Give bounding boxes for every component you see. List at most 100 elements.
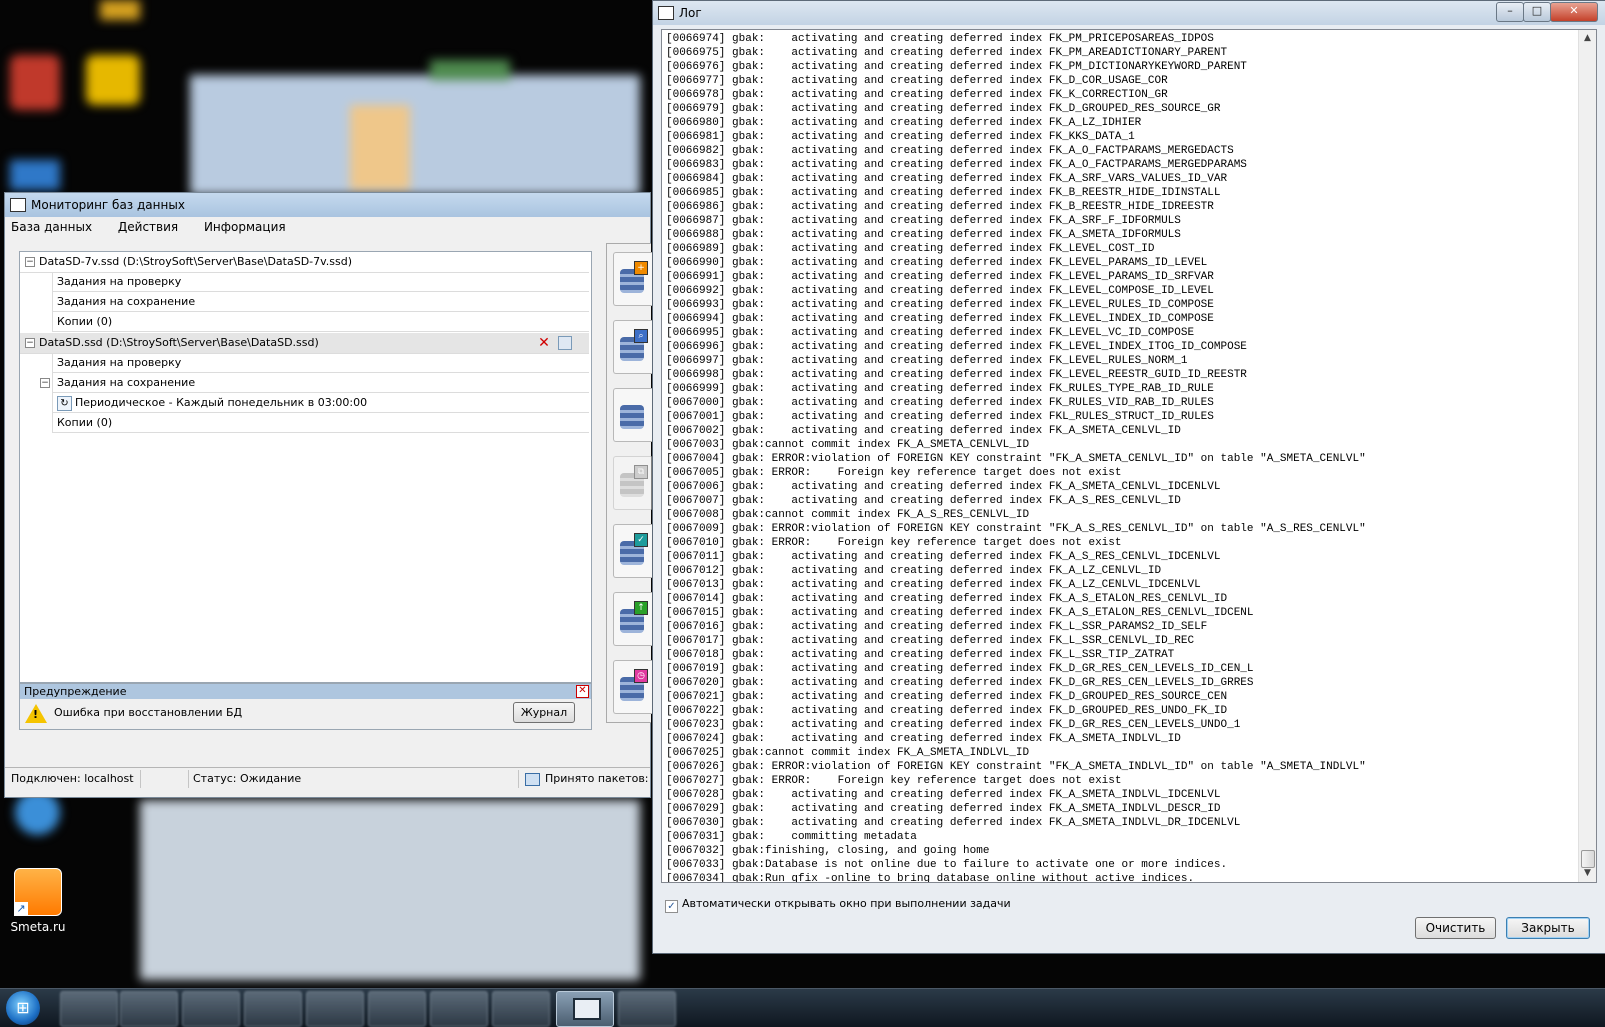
auto-open-checkbox[interactable]: ✓ Автоматически открывать окно при выполн…	[665, 897, 1011, 913]
tree-item-check-tasks[interactable]: Задания на проверку	[52, 272, 589, 292]
log-line: [0066999] gbak: activating and creating …	[666, 383, 1214, 395]
tree-item-periodic-task[interactable]: ↻ Периодическое - Каждый понедельник в 0…	[52, 393, 589, 413]
tree-item-label: Задания на проверку	[57, 356, 182, 369]
log-line: [0067018] gbak: activating and creating …	[666, 649, 1175, 661]
taskbar-button-8[interactable]	[492, 991, 550, 1027]
tree-item-label: Задания на сохранение	[57, 376, 196, 389]
monitor-window-title: Мониторинг баз данных	[31, 198, 185, 212]
monitor-window: Мониторинг баз данных База данных Действ…	[4, 192, 652, 798]
tool-restore-db[interactable]: ↑	[613, 592, 652, 646]
log-line: [0066982] gbak: activating and creating …	[666, 145, 1234, 157]
log-line: [0067002] gbak: activating and creating …	[666, 425, 1181, 437]
log-line: [0067025] gbak:cannot commit index FK_A_…	[666, 747, 1030, 759]
start-button[interactable]: ⊞	[6, 991, 40, 1025]
tree-item-copies[interactable]: Копии (0)	[52, 312, 589, 332]
taskbar-button-2[interactable]	[120, 991, 178, 1027]
maximize-icon[interactable]: □	[1523, 2, 1551, 22]
smeta-app-icon: ↗	[14, 868, 62, 916]
log-line: [0066974] gbak: activating and creating …	[666, 33, 1214, 45]
collapse-icon[interactable]: −	[40, 378, 50, 388]
log-line: [0066998] gbak: activating and creating …	[666, 369, 1247, 381]
log-line: [0067026] gbak: ERROR:violation of FOREI…	[666, 761, 1366, 773]
journal-button[interactable]: Журнал	[513, 702, 575, 723]
log-line: [0067017] gbak: activating and creating …	[666, 635, 1195, 647]
tool-check-db[interactable]: ⌕	[613, 320, 652, 374]
log-line: [0067011] gbak: activating and creating …	[666, 551, 1221, 563]
tool-repair-db[interactable]: ✓	[613, 524, 652, 578]
scroll-up-icon[interactable]: ▲	[1579, 30, 1596, 47]
log-scrollbar[interactable]: ▲ ▼	[1578, 30, 1596, 882]
tree-item-save-tasks[interactable]: − Задания на сохранение	[40, 373, 589, 393]
desktop-icon-smeta[interactable]: ↗ Smeta.ru	[3, 868, 73, 934]
checkbox-icon[interactable]: ✓	[665, 900, 678, 913]
database-label: DataSD.ssd (D:\StroySoft\Server\Base\Dat…	[39, 336, 319, 349]
log-line: [0067005] gbak: ERROR: Foreign key refer…	[666, 467, 1122, 479]
delete-icon[interactable]: ✕	[536, 335, 552, 351]
menu-info[interactable]: Информация	[204, 220, 286, 234]
log-line: [0066989] gbak: activating and creating …	[666, 243, 1155, 255]
log-line: [0067032] gbak:finishing, closing, and g…	[666, 845, 990, 857]
tree-database-1[interactable]: − DataSD-7v.ssd (D:\StroySoft\Server\Bas…	[20, 252, 589, 273]
log-window-title: Лог	[679, 6, 702, 20]
tree-item-label: Периодическое - Каждый понедельник в 03:…	[75, 396, 368, 409]
log-line: [0067029] gbak: activating and creating …	[666, 803, 1221, 815]
auto-open-label: Автоматически открывать окно при выполне…	[682, 897, 1011, 910]
status-connected: Подключен: localhost	[7, 770, 141, 788]
tool-database[interactable]	[613, 388, 652, 442]
minimize-icon[interactable]: –	[1496, 2, 1524, 22]
network-icon	[525, 773, 540, 786]
log-line: [0067010] gbak: ERROR: Foreign key refer…	[666, 537, 1122, 549]
log-line: [0066975] gbak: activating and creating …	[666, 47, 1228, 59]
scroll-down-icon[interactable]: ▼	[1579, 865, 1596, 882]
warning-header-label: Предупреждение	[24, 685, 127, 698]
log-line: [0066992] gbak: activating and creating …	[666, 285, 1214, 297]
taskbar-button-monitor[interactable]	[556, 991, 614, 1027]
taskbar: ⊞	[0, 988, 1605, 1027]
log-line: [0067016] gbak: activating and creating …	[666, 621, 1208, 633]
add-icon: +	[634, 261, 648, 275]
log-line: [0067007] gbak: activating and creating …	[666, 495, 1181, 507]
tree-item-copies[interactable]: Копии (0)	[52, 413, 589, 433]
log-line: [0067001] gbak: activating and creating …	[666, 411, 1214, 423]
log-line: [0066979] gbak: activating and creating …	[666, 103, 1221, 115]
desktop-icon-label: Smeta.ru	[10, 920, 66, 934]
log-titlebar[interactable]: Лог – □ ✕	[653, 1, 1605, 25]
log-line: [0066978] gbak: activating and creating …	[666, 89, 1168, 101]
log-line: [0067012] gbak: activating and creating …	[666, 565, 1162, 577]
edit-icon[interactable]	[558, 336, 572, 350]
collapse-icon[interactable]: −	[25, 338, 35, 348]
close-icon[interactable]: ✕	[576, 685, 589, 698]
taskbar-button-7[interactable]	[430, 991, 488, 1027]
taskbar-button-3[interactable]	[182, 991, 240, 1027]
tool-add-db[interactable]: +	[613, 252, 652, 306]
log-line: [0066993] gbak: activating and creating …	[666, 299, 1214, 311]
taskbar-button-1[interactable]	[60, 991, 118, 1027]
menu-database[interactable]: База данных	[11, 220, 92, 234]
log-line: [0066988] gbak: activating and creating …	[666, 229, 1181, 241]
log-line: [0066991] gbak: activating and creating …	[666, 271, 1214, 283]
tool-strip: + ⌕ ⧉ ✓ ↑ ◷	[606, 243, 652, 723]
taskbar-button-4[interactable]	[244, 991, 302, 1027]
tree-database-2[interactable]: − DataSD.ssd (D:\StroySoft\Server\Base\D…	[20, 333, 589, 354]
monitor-titlebar[interactable]: Мониторинг баз данных	[5, 193, 650, 217]
tree-item-label: Задания на сохранение	[57, 295, 196, 308]
taskbar-button-5[interactable]	[306, 991, 364, 1027]
clear-button[interactable]: Очистить	[1415, 917, 1496, 939]
taskbar-button-6[interactable]	[368, 991, 426, 1027]
upload-icon: ↑	[634, 601, 648, 615]
taskbar-button-9[interactable]	[618, 991, 676, 1027]
log-line: [0066997] gbak: activating and creating …	[666, 355, 1188, 367]
close-button[interactable]: Закрыть	[1506, 917, 1590, 939]
tree-item-check-tasks[interactable]: Задания на проверку	[52, 353, 589, 373]
log-line: [0067006] gbak: activating and creating …	[666, 481, 1221, 493]
app-window-icon	[10, 198, 26, 212]
menu-actions[interactable]: Действия	[118, 220, 178, 234]
tool-disabled[interactable]: ⧉	[613, 456, 652, 510]
log-text-area[interactable]: [0066974] gbak: activating and creating …	[661, 29, 1597, 883]
log-line: [0067030] gbak: activating and creating …	[666, 817, 1241, 829]
tree-item-save-tasks[interactable]: Задания на сохранение	[52, 292, 589, 312]
collapse-icon[interactable]: −	[25, 257, 35, 267]
close-icon[interactable]: ✕	[1550, 2, 1598, 22]
log-line: [0067009] gbak: ERROR:violation of FOREI…	[666, 523, 1366, 535]
tool-schedule-db[interactable]: ◷	[613, 660, 652, 714]
